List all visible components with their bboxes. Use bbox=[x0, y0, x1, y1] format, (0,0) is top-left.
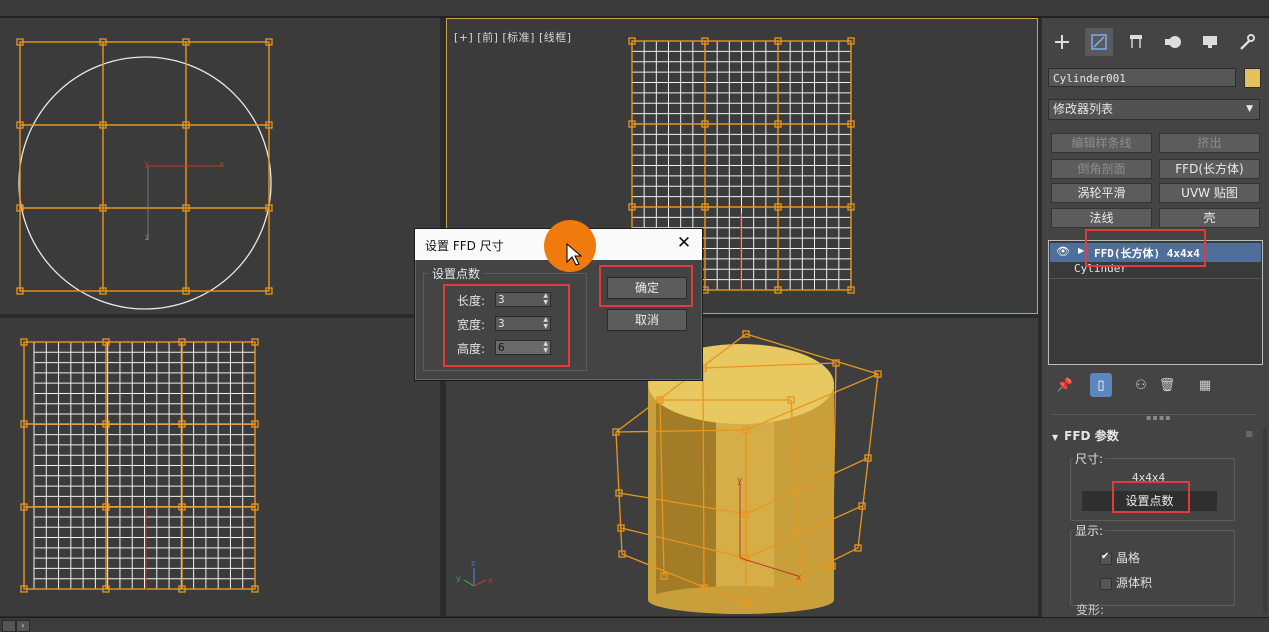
bottom-status-strip: › bbox=[0, 617, 1269, 632]
dimensions-value: 4x4x4 bbox=[1132, 471, 1166, 484]
svg-text:y: y bbox=[144, 159, 150, 169]
modifier-stack[interactable]: 👁 ▶ FFD(长方体) 4x4x4 Cylinder bbox=[1048, 240, 1263, 365]
source-volume-checkbox[interactable]: 源体积 bbox=[1100, 574, 1152, 591]
dropdown-arrow-icon: ▼ bbox=[1246, 104, 1253, 114]
dialog-title: 设置 FFD 尺寸 bbox=[425, 239, 504, 253]
object-color-swatch[interactable] bbox=[1244, 68, 1261, 88]
expand-arrow-icon[interactable]: ▶ bbox=[1078, 246, 1084, 255]
stack-item-label: FFD(长方体) 4x4x4 bbox=[1094, 247, 1200, 260]
height-spinner[interactable]: ▲▼ bbox=[495, 340, 551, 355]
stack-toolbar: 📌 ▯ ⚇ 🗑 ▦ bbox=[1048, 373, 1263, 397]
make-unique-icon[interactable]: ⚇ bbox=[1130, 373, 1152, 397]
command-panel: Cylinder001 修改器列表 ▼ 编辑样条线 挤出 倒角剖面 FFD(长方… bbox=[1042, 18, 1269, 617]
ok-button[interactable]: 确定 bbox=[607, 277, 687, 299]
modifier-button-turbosmooth[interactable]: 涡轮平滑 bbox=[1051, 183, 1152, 203]
checkbox-checked-icon[interactable] bbox=[1100, 551, 1112, 565]
rollout-pin-icon[interactable]: ▦ bbox=[1245, 429, 1253, 438]
svg-text:y: y bbox=[456, 574, 461, 583]
top-toolbar-strip bbox=[0, 0, 1269, 18]
lattice-checkbox[interactable]: 晶格 bbox=[1100, 549, 1140, 566]
display-group bbox=[1070, 530, 1235, 606]
svg-text:z: z bbox=[145, 233, 149, 242]
length-label: 长度: bbox=[457, 294, 486, 308]
modifier-button-bevel-profile[interactable]: 倒角剖面 bbox=[1051, 159, 1152, 179]
modifier-list-dropdown[interactable]: 修改器列表 ▼ bbox=[1048, 99, 1260, 120]
deform-group-title: 变形: bbox=[1076, 603, 1105, 617]
command-panel-tabs bbox=[1048, 28, 1263, 56]
show-end-result-icon[interactable]: ▯ bbox=[1090, 373, 1112, 397]
configure-sets-icon[interactable]: ▦ bbox=[1194, 373, 1216, 397]
create-icon[interactable] bbox=[1048, 28, 1076, 56]
spinner-arrows-icon[interactable]: ▲ ▼ bbox=[543, 316, 548, 330]
cylinder-outline-top bbox=[18, 56, 272, 310]
mouse-cursor-icon bbox=[566, 243, 582, 266]
length-input[interactable] bbox=[496, 293, 540, 306]
modifier-button-extrude[interactable]: 挤出 bbox=[1159, 133, 1260, 153]
length-spinner[interactable]: ▲▼ bbox=[495, 292, 551, 307]
modify-icon[interactable] bbox=[1085, 28, 1113, 56]
cancel-button[interactable]: 取消 bbox=[607, 309, 687, 331]
panel-scrollbar[interactable] bbox=[1263, 428, 1267, 613]
set-points-group-title: 设置点数 bbox=[429, 265, 484, 282]
modifier-list-label: 修改器列表 bbox=[1053, 102, 1114, 116]
hierarchy-icon[interactable] bbox=[1122, 28, 1150, 56]
viewport-left[interactable] bbox=[0, 318, 440, 616]
svg-text:x: x bbox=[219, 160, 225, 170]
stack-item-cylinder[interactable]: Cylinder bbox=[1050, 262, 1261, 279]
width-input[interactable] bbox=[496, 317, 540, 330]
dimensions-group-title: 尺寸: bbox=[1073, 450, 1106, 467]
spinner-arrows-icon[interactable]: ▲ ▼ bbox=[543, 292, 548, 306]
stack-item-label: Cylinder bbox=[1074, 262, 1127, 275]
modifier-button-normal[interactable]: 法线 bbox=[1051, 208, 1152, 228]
drag-grip-icon[interactable]: ▪▪▪▪ bbox=[1146, 413, 1172, 422]
display-group-title: 显示: bbox=[1073, 522, 1106, 539]
rollout-title: FFD 参数 bbox=[1064, 429, 1119, 443]
axis-gizmo-top: y x z bbox=[144, 159, 225, 242]
stack-item-ffd[interactable]: 👁 ▶ FFD(长方体) 4x4x4 bbox=[1050, 243, 1261, 262]
modifier-button-ffd-box[interactable]: FFD(长方体) bbox=[1159, 159, 1260, 179]
eye-icon[interactable]: 👁 bbox=[1056, 245, 1070, 258]
collapse-arrow-icon: ▼ bbox=[1052, 433, 1059, 442]
height-label: 高度: bbox=[457, 342, 486, 356]
dimensions-group bbox=[1070, 458, 1235, 521]
set-number-of-points-button[interactable]: 设置点数 bbox=[1082, 491, 1217, 511]
expand-arrow-icon[interactable]: › bbox=[16, 620, 30, 632]
rollout-header-ffd-params[interactable]: ▼ FFD 参数 bbox=[1052, 427, 1119, 444]
svg-text:x: x bbox=[796, 573, 802, 583]
source-volume-label: 源体积 bbox=[1116, 576, 1153, 590]
cylinder-wireframe-left bbox=[33, 341, 256, 590]
lattice-label: 晶格 bbox=[1116, 551, 1141, 565]
display-icon[interactable] bbox=[1196, 28, 1224, 56]
motion-icon[interactable] bbox=[1159, 28, 1187, 56]
modifier-button-edit-spline[interactable]: 编辑样条线 bbox=[1051, 133, 1152, 153]
pin-stack-icon[interactable]: 📌 bbox=[1054, 373, 1076, 397]
width-spinner[interactable]: ▲▼ bbox=[495, 316, 551, 331]
modifier-button-shell[interactable]: 壳 bbox=[1159, 208, 1260, 228]
width-label: 宽度: bbox=[457, 318, 486, 332]
checkbox-unchecked-icon[interactable] bbox=[1100, 577, 1112, 590]
world-axis-icon: z x y bbox=[456, 559, 493, 587]
viewport-top[interactable]: y x z bbox=[0, 18, 440, 314]
object-name-field[interactable]: Cylinder001 bbox=[1048, 68, 1236, 87]
spinner-arrows-icon[interactable]: ▲ ▼ bbox=[543, 340, 548, 354]
close-icon[interactable]: ✕ bbox=[674, 233, 694, 253]
top-view-drawing: y x z bbox=[16, 38, 273, 310]
svg-text:z: z bbox=[471, 559, 475, 568]
left-view-drawing bbox=[20, 338, 259, 593]
svg-text:x: x bbox=[488, 576, 493, 585]
utilities-icon[interactable] bbox=[1233, 28, 1261, 56]
svg-text:y: y bbox=[737, 476, 743, 486]
remove-modifier-icon[interactable]: 🗑 bbox=[1156, 373, 1178, 397]
modifier-button-uvw-map[interactable]: UVW 贴图 bbox=[1159, 183, 1260, 203]
bottom-left-button[interactable] bbox=[2, 620, 16, 632]
height-input[interactable] bbox=[496, 341, 540, 354]
